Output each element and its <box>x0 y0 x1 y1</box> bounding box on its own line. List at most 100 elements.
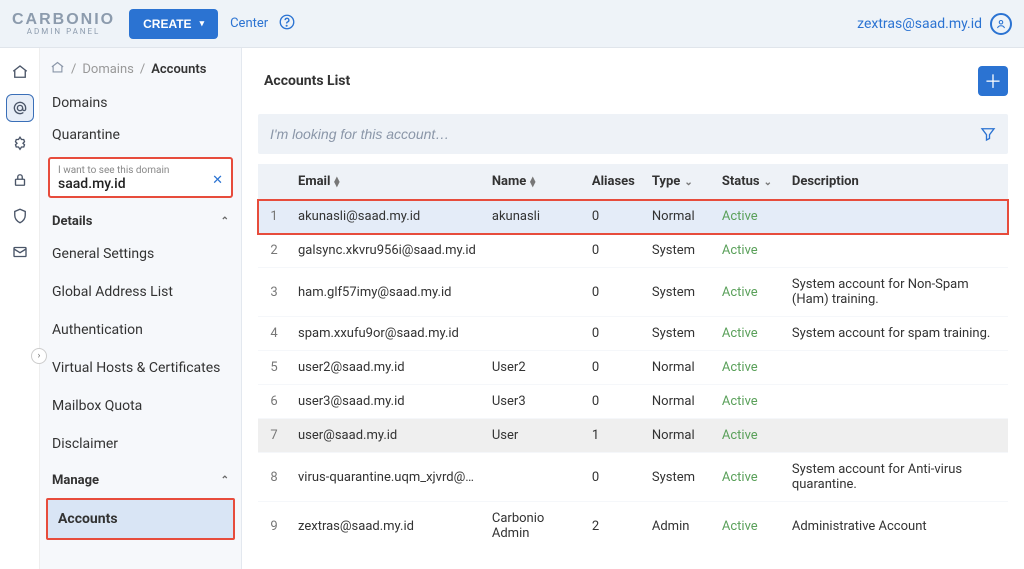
breadcrumb: / Domains / Accounts <box>40 56 241 87</box>
sidebar-gal[interactable]: Global Address List <box>40 273 241 311</box>
avatar[interactable] <box>990 13 1012 35</box>
row-status: Active <box>714 351 784 385</box>
sidebar-disclaimer[interactable]: Disclaimer <box>40 425 241 463</box>
table-row[interactable]: 6user3@saad.my.idUser30NormalActive <box>258 385 1008 419</box>
breadcrumb-home-icon[interactable] <box>50 60 65 79</box>
col-status[interactable]: Status⌄ <box>714 164 784 200</box>
close-icon[interactable]: ✕ <box>212 173 223 188</box>
rail-extension[interactable] <box>6 130 34 158</box>
row-description <box>784 351 1008 385</box>
sidebar: / Domains / Accounts Domains Quarantine … <box>40 48 242 569</box>
sidebar-mailbox-quota[interactable]: Mailbox Quota <box>40 387 241 425</box>
logo-sub: ADMIN PANEL <box>27 27 101 36</box>
row-index: 3 <box>258 268 290 317</box>
row-email: user2@saad.my.id <box>290 351 484 385</box>
rail-shield[interactable] <box>6 202 34 230</box>
col-aliases[interactable]: Aliases <box>584 164 644 200</box>
table-row[interactable]: 3ham.glf57imy@saad.my.id0SystemActiveSys… <box>258 268 1008 317</box>
row-index: 1 <box>258 200 290 234</box>
domain-filter-box[interactable]: I want to see this domain saad.my.id ✕ <box>48 157 233 198</box>
row-aliases: 0 <box>584 200 644 234</box>
row-status: Active <box>714 317 784 351</box>
filter-icon[interactable] <box>974 120 1002 148</box>
sidebar-details-header[interactable]: Details ⌃ <box>40 204 241 235</box>
table-row[interactable]: 5user2@saad.my.idUser20NormalActive <box>258 351 1008 385</box>
sidebar-domains[interactable]: Domains <box>40 87 241 119</box>
table-row[interactable]: 8virus-quarantine.uqm_xjvrd@…0SystemActi… <box>258 453 1008 502</box>
col-description[interactable]: Description <box>784 164 1008 200</box>
rail-lock[interactable] <box>6 166 34 194</box>
rail-expand-icon[interactable]: › <box>31 348 47 364</box>
row-description: System account for Anti-virus quarantine… <box>784 453 1008 502</box>
user-email[interactable]: zextras@saad.my.id <box>857 16 982 32</box>
row-email: ham.glf57imy@saad.my.id <box>290 268 484 317</box>
center-link[interactable]: Center <box>230 16 268 31</box>
row-name <box>484 268 584 317</box>
row-status: Active <box>714 200 784 234</box>
search-input[interactable] <box>270 126 974 142</box>
rail-home[interactable] <box>6 58 34 86</box>
chevron-up-icon: ⌃ <box>221 475 229 486</box>
row-email: user@saad.my.id <box>290 419 484 453</box>
row-index: 4 <box>258 317 290 351</box>
row-index: 9 <box>258 502 290 551</box>
sidebar-general-settings[interactable]: General Settings <box>40 235 241 273</box>
add-account-button[interactable]: ＋ <box>978 66 1008 96</box>
row-aliases: 0 <box>584 234 644 268</box>
sidebar-quarantine[interactable]: Quarantine <box>40 119 241 151</box>
col-name[interactable]: Name▴▾ <box>484 164 584 200</box>
row-description <box>784 385 1008 419</box>
row-aliases: 0 <box>584 385 644 419</box>
table-row[interactable]: 9zextras@saad.my.idCarbonio Admin2AdminA… <box>258 502 1008 551</box>
row-description: System account for Non-Spam (Ham) traini… <box>784 268 1008 317</box>
row-description <box>784 234 1008 268</box>
row-type: Normal <box>644 200 714 234</box>
row-type: System <box>644 268 714 317</box>
create-button-label: CREATE <box>143 17 191 31</box>
row-type: Admin <box>644 502 714 551</box>
sidebar-authentication[interactable]: Authentication <box>40 311 241 349</box>
row-index: 6 <box>258 385 290 419</box>
col-type[interactable]: Type⌄ <box>644 164 714 200</box>
row-aliases: 0 <box>584 351 644 385</box>
domain-filter-value: saad.my.id <box>58 176 223 192</box>
rail-mail[interactable] <box>6 238 34 266</box>
table-row[interactable]: 4spam.xxufu9or@saad.my.id0SystemActiveSy… <box>258 317 1008 351</box>
row-aliases: 0 <box>584 268 644 317</box>
row-description <box>784 419 1008 453</box>
accounts-table: Email▴▾ Name▴▾ Aliases Type⌄ Status⌄ Des… <box>258 164 1008 550</box>
chevron-up-icon: ⌃ <box>221 216 229 227</box>
row-aliases: 0 <box>584 317 644 351</box>
row-name: User2 <box>484 351 584 385</box>
table-row[interactable]: 7user@saad.my.idUser1NormalActive <box>258 419 1008 453</box>
row-type: System <box>644 234 714 268</box>
breadcrumb-domains[interactable]: Domains <box>82 62 133 77</box>
row-name: Carbonio Admin <box>484 502 584 551</box>
sidebar-virtual-hosts[interactable]: Virtual Hosts & Certificates <box>40 349 241 387</box>
row-type: System <box>644 317 714 351</box>
breadcrumb-current: Accounts <box>151 62 206 77</box>
rail-at[interactable] <box>6 94 34 122</box>
search-bar <box>258 114 1008 154</box>
chevron-down-icon: ▾ <box>200 18 205 29</box>
help-icon[interactable] <box>278 13 296 35</box>
row-aliases: 1 <box>584 419 644 453</box>
sidebar-accounts[interactable]: Accounts <box>46 498 235 540</box>
app-header: CARBONIO ADMIN PANEL CREATE ▾ Center zex… <box>0 0 1024 48</box>
row-name: akunasli <box>484 200 584 234</box>
sidebar-manage-header[interactable]: Manage ⌃ <box>40 463 241 494</box>
col-email[interactable]: Email▴▾ <box>290 164 484 200</box>
row-index: 7 <box>258 419 290 453</box>
row-name <box>484 317 584 351</box>
icon-rail: › <box>0 48 40 569</box>
row-email: virus-quarantine.uqm_xjvrd@… <box>290 453 484 502</box>
row-email: spam.xxufu9or@saad.my.id <box>290 317 484 351</box>
page-title: Accounts List <box>264 73 350 89</box>
row-email: zextras@saad.my.id <box>290 502 484 551</box>
main-content: Accounts List ＋ Email▴▾ Name▴▾ Aliases T… <box>242 48 1024 569</box>
table-row[interactable]: 1akunasli@saad.my.idakunasli0NormalActiv… <box>258 200 1008 234</box>
create-button[interactable]: CREATE ▾ <box>129 9 218 39</box>
table-row[interactable]: 2galsync.xkvru956i@saad.my.id0SystemActi… <box>258 234 1008 268</box>
chevron-down-icon: ⌄ <box>764 177 772 188</box>
logo: CARBONIO ADMIN PANEL <box>12 11 115 36</box>
